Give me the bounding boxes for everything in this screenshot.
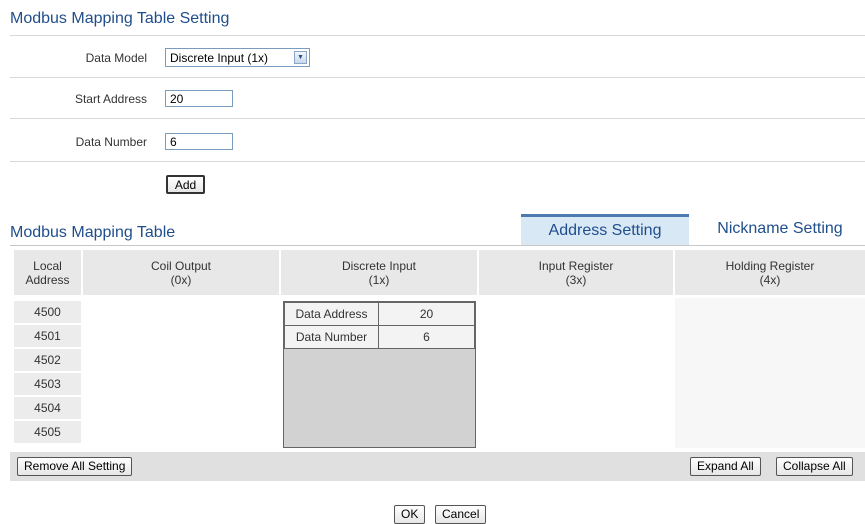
row-local-address: 4505 <box>14 421 81 443</box>
row-local-address: 4504 <box>14 397 81 419</box>
start-address-input[interactable] <box>165 90 233 107</box>
input-register-column <box>479 298 673 448</box>
data-number-input[interactable] <box>165 133 233 150</box>
table-title: Modbus Mapping Table <box>10 224 176 241</box>
data-number-label: Data Number <box>75 135 147 149</box>
data-address-value: 20 <box>378 302 475 326</box>
add-button[interactable]: Add <box>166 175 205 194</box>
header-coil-output: Coil Output (0x) <box>83 250 279 295</box>
header-input-register: Input Register (3x) <box>479 250 673 295</box>
collapse-all-button[interactable]: Collapse All <box>776 457 853 476</box>
tab-address-setting[interactable]: Address Setting <box>521 214 689 246</box>
row-local-address: 4503 <box>14 373 81 395</box>
row-local-address: 4500 <box>14 301 81 323</box>
divider <box>10 161 865 162</box>
divider <box>10 77 865 78</box>
data-number-value: 6 <box>378 325 475 349</box>
header-discrete-input: Discrete Input (1x) <box>281 250 477 295</box>
remove-all-setting-button[interactable]: Remove All Setting <box>17 457 133 476</box>
coil-output-column <box>83 298 279 448</box>
row-local-address: 4501 <box>14 325 81 347</box>
header-local-address: Local Address <box>14 250 81 295</box>
mapping-table: Local Address Coil Output (0x) Discrete … <box>10 246 865 452</box>
header-holding-register: Holding Register (4x) <box>675 250 865 295</box>
expand-all-button[interactable]: Expand All <box>690 457 761 476</box>
holding-register-column <box>675 298 865 448</box>
data-model-select[interactable]: Discrete Input (1x) ▼ <box>165 48 310 67</box>
form-title: Modbus Mapping Table Setting <box>10 10 230 27</box>
chevron-down-icon[interactable]: ▼ <box>294 51 307 64</box>
tab-nickname-setting[interactable]: Nickname Setting <box>695 214 865 246</box>
cancel-button[interactable]: Cancel <box>435 505 487 524</box>
start-address-label: Start Address <box>74 92 147 106</box>
data-number-label: Data Number <box>284 325 379 349</box>
discrete-input-entry[interactable]: Data Address 20 Data Number 6 <box>283 301 476 448</box>
ok-button[interactable]: OK <box>394 505 426 524</box>
row-local-address: 4502 <box>14 349 81 371</box>
data-address-label: Data Address <box>284 302 379 326</box>
data-model-value: Discrete Input (1x) <box>170 51 269 65</box>
data-model-label: Data Model <box>85 51 147 65</box>
divider <box>10 35 865 36</box>
divider <box>10 118 865 119</box>
